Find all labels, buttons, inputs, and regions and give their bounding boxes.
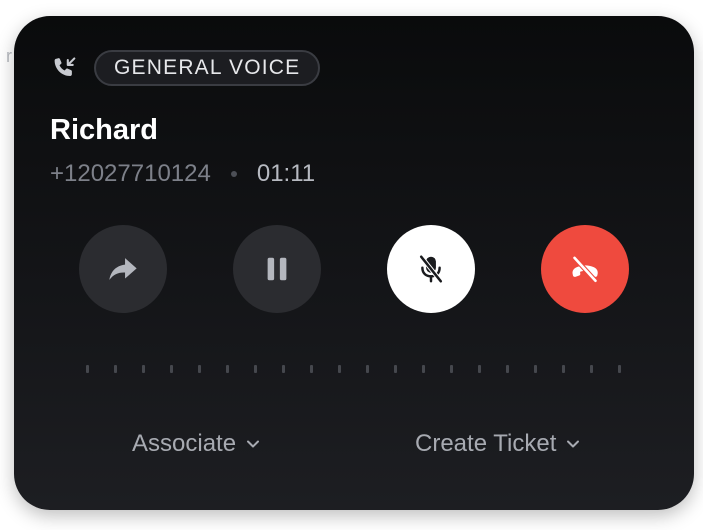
incoming-call-icon	[50, 53, 80, 83]
audio-level-tick	[366, 365, 369, 373]
audio-level-tick	[450, 365, 453, 373]
audio-level-tick	[590, 365, 593, 373]
audio-level-tick	[338, 365, 341, 373]
caller-phone: +12027710124	[50, 160, 211, 187]
create-ticket-dropdown[interactable]: Create Ticket	[415, 430, 580, 458]
background-fragment: r	[6, 46, 12, 66]
audio-level-tick	[394, 365, 397, 373]
audio-level-tick	[562, 365, 565, 373]
audio-level-tick	[478, 365, 481, 373]
associate-label: Associate	[132, 430, 237, 457]
audio-level-tick	[142, 365, 145, 373]
audio-level-tick	[310, 365, 313, 373]
phone-hangup-icon	[572, 255, 598, 284]
pause-icon	[267, 257, 287, 281]
audio-level-tick	[226, 365, 229, 373]
separator-dot	[230, 171, 237, 177]
audio-level-tick	[618, 365, 621, 373]
call-panel: GENERAL VOICE Richard +12027710124 01:11	[14, 16, 694, 510]
caller-details: +12027710124 01:11	[50, 160, 315, 188]
audio-level-tick	[254, 365, 257, 373]
forward-button[interactable]	[79, 225, 167, 313]
page: r GENERAL VOICE Richard +12027710124 01:…	[0, 0, 703, 530]
audio-level-tick	[282, 365, 285, 373]
chevron-down-icon	[247, 440, 260, 448]
audio-level-tick	[170, 365, 173, 373]
audio-level-tick	[506, 365, 509, 373]
audio-level-tick	[114, 365, 117, 373]
queue-badge: GENERAL VOICE	[94, 50, 321, 86]
chevron-down-icon	[567, 440, 580, 448]
mic-off-icon	[418, 254, 444, 284]
audio-level-tick	[86, 365, 89, 373]
hold-button[interactable]	[233, 225, 321, 313]
audio-level-tick	[422, 365, 425, 373]
audio-level-tick	[198, 365, 201, 373]
forward-arrow-icon	[109, 258, 137, 280]
caller-name: Richard	[50, 114, 158, 146]
create-ticket-label: Create Ticket	[415, 430, 557, 457]
call-timer: 01:11	[256, 160, 316, 187]
call-header: GENERAL VOICE	[50, 48, 321, 88]
mute-button[interactable]	[387, 225, 475, 313]
hang-up-button[interactable]	[541, 225, 629, 313]
audio-level-indicator	[86, 365, 626, 375]
audio-level-tick	[534, 365, 537, 373]
associate-dropdown[interactable]: Associate	[132, 430, 260, 458]
